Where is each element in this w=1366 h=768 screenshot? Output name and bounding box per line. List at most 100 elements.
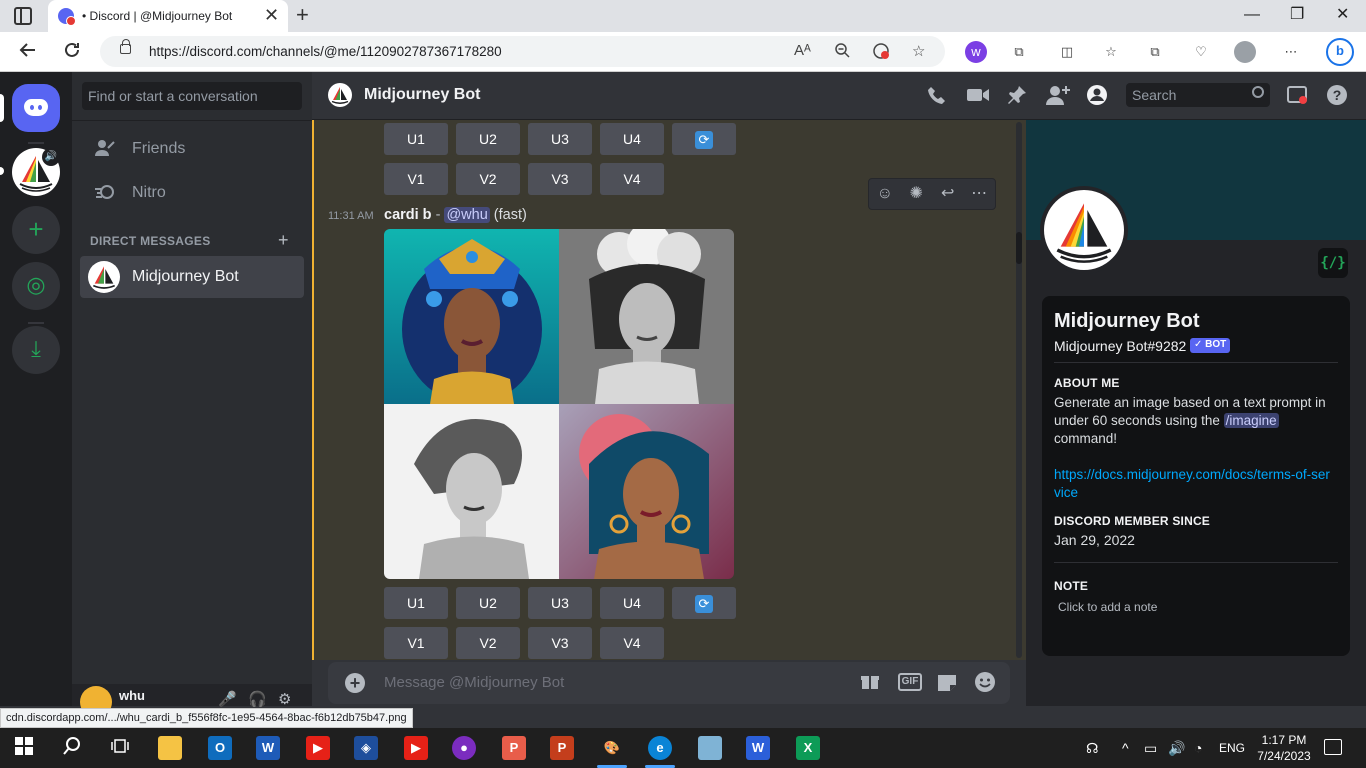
file-explorer-icon[interactable] — [158, 736, 182, 760]
nitro-nav-item[interactable]: Nitro — [80, 172, 304, 214]
friends-nav-item[interactable]: Friends — [80, 128, 304, 170]
help-icon[interactable]: ? — [1326, 84, 1348, 111]
u2-button[interactable]: U2 — [456, 587, 520, 619]
download-apps-icon[interactable]: ⤓ — [12, 326, 60, 374]
minimize-button[interactable]: — — [1244, 4, 1260, 26]
user-settings-gear-icon[interactable]: ⚙ — [278, 690, 291, 708]
more-options-icon[interactable]: ⋯ — [964, 179, 996, 209]
show-user-profile-icon[interactable] — [1086, 84, 1108, 111]
add-friends-to-dm-icon[interactable] — [1046, 84, 1070, 111]
v1-button[interactable]: V1 — [384, 163, 448, 195]
find-conversation-input[interactable]: Find or start a conversation — [82, 82, 302, 110]
notepad-icon[interactable] — [698, 736, 722, 760]
u1-button[interactable]: U1 — [384, 123, 448, 155]
read-aloud-icon[interactable]: Aᴬ — [794, 42, 811, 59]
profile-avatar[interactable] — [1040, 186, 1128, 274]
notification-center-icon[interactable] — [1324, 739, 1342, 755]
word-icon[interactable]: W — [256, 736, 280, 760]
create-dm-plus-icon[interactable]: + — [278, 230, 289, 251]
gift-icon[interactable] — [860, 671, 880, 696]
clock[interactable]: 1:17 PM 7/24/2023 — [1256, 732, 1312, 764]
visual-studio-code-icon[interactable]: X — [796, 736, 820, 760]
pinned-messages-icon[interactable] — [1006, 84, 1028, 111]
new-tab-button[interactable]: + — [296, 3, 309, 27]
browser-tab[interactable]: • Discord | @Midjourney Bot ✕ — [48, 0, 288, 32]
webex-icon[interactable]: W — [746, 736, 770, 760]
more-menu-icon[interactable]: ⋯ — [1280, 41, 1302, 63]
app-p-icon[interactable]: P — [502, 736, 526, 760]
outlook-icon[interactable]: O — [208, 736, 232, 760]
tracking-prevention-icon[interactable] — [872, 42, 890, 64]
tab-actions-icon[interactable] — [14, 7, 32, 25]
message-list[interactable]: U1 U2 U3 U4 ⟳ V1 V2 V3 V4 ☺ ✺ ↩ ⋯ 11:31 … — [312, 120, 1026, 660]
favorite-star-icon[interactable]: ☆ — [912, 42, 925, 60]
explore-servers-icon[interactable]: ◎ — [12, 262, 60, 310]
imagine-command[interactable]: /imagine — [1223, 413, 1279, 428]
task-view-icon[interactable] — [108, 736, 132, 760]
u2-button[interactable]: U2 — [456, 123, 520, 155]
maximize-button[interactable]: ❐ — [1290, 4, 1304, 26]
v2-button[interactable]: V2 — [456, 627, 520, 659]
favorites-icon[interactable]: ☆ — [1100, 41, 1122, 63]
v1-button[interactable]: V1 — [384, 627, 448, 659]
youtube-icon[interactable]: ▶ — [306, 736, 330, 760]
extension-w-icon[interactable]: w — [965, 41, 987, 63]
scrollbar-track[interactable] — [1016, 122, 1022, 658]
lock-icon[interactable] — [120, 39, 131, 54]
refresh-icon[interactable] — [62, 40, 82, 65]
u4-button[interactable]: U4 — [600, 587, 664, 619]
input-language[interactable]: ENG — [1219, 741, 1245, 755]
show-hidden-icons-chevron-icon[interactable]: ^ — [1122, 739, 1129, 757]
close-window-button[interactable]: ✕ — [1336, 4, 1349, 26]
generated-image-3[interactable] — [384, 404, 559, 579]
v3-button[interactable]: V3 — [528, 627, 592, 659]
windows-start-icon[interactable] — [12, 736, 36, 760]
dm-item-midjourney-bot[interactable]: Midjourney Bot — [80, 256, 304, 298]
video-call-icon[interactable] — [966, 84, 990, 111]
note-input[interactable]: Click to add a note — [1058, 600, 1157, 614]
search-input[interactable]: Search — [1126, 83, 1270, 107]
paint-icon[interactable]: 🎨 — [600, 736, 624, 760]
upload-plus-icon[interactable]: + — [345, 673, 365, 693]
v3-button[interactable]: V3 — [528, 163, 592, 195]
inbox-icon[interactable] — [1286, 84, 1308, 111]
super-reaction-icon[interactable]: ✺ — [901, 179, 933, 209]
network-icon[interactable]: ◔ — [1194, 739, 1202, 757]
edge-icon[interactable]: e — [648, 736, 672, 760]
add-server-button[interactable]: + — [12, 206, 60, 254]
voice-call-icon[interactable] — [926, 84, 948, 111]
zoom-out-icon[interactable] — [834, 42, 850, 62]
battery-icon[interactable]: ▭ — [1144, 739, 1157, 757]
v4-button[interactable]: V4 — [600, 627, 664, 659]
firefox-icon[interactable]: ● — [452, 736, 476, 760]
u4-button[interactable]: U4 — [600, 123, 664, 155]
search-icon[interactable] — [60, 736, 84, 760]
collections-icon[interactable]: ⧉ — [1144, 41, 1166, 63]
gif-picker-icon[interactable]: GIF — [898, 673, 922, 691]
emoji-icon[interactable] — [974, 671, 996, 698]
app-icon[interactable]: ◈ — [354, 736, 378, 760]
u1-button[interactable]: U1 — [384, 587, 448, 619]
generated-image-2[interactable] — [559, 229, 734, 404]
address-bar[interactable]: https://discord.com/channels/@me/1120902… — [100, 36, 945, 67]
mute-microphone-icon[interactable]: 🎤 — [218, 690, 237, 708]
add-reaction-icon[interactable]: ☺ — [869, 179, 901, 209]
youtube-icon[interactable]: ▶ — [404, 736, 428, 760]
scrollbar-thumb[interactable] — [1016, 232, 1022, 264]
u3-button[interactable]: U3 — [528, 587, 592, 619]
volume-icon[interactable]: 🔊 — [1168, 739, 1185, 757]
user-mention[interactable]: @whu — [444, 207, 490, 223]
reply-icon[interactable]: ↩ — [932, 179, 964, 209]
profile-avatar-icon[interactable] — [1234, 41, 1256, 63]
people-icon[interactable]: ☊ — [1086, 739, 1098, 757]
split-screen-icon[interactable]: ◫ — [1056, 41, 1078, 63]
generated-image-grid[interactable] — [384, 229, 734, 579]
headphones-icon[interactable]: 🎧 — [248, 690, 267, 708]
sticker-icon[interactable] — [936, 671, 958, 698]
u3-button[interactable]: U3 — [528, 123, 592, 155]
bing-copilot-icon[interactable]: b — [1326, 38, 1354, 66]
generated-image-1[interactable] — [384, 229, 559, 404]
generated-image-4[interactable] — [559, 404, 734, 579]
tab-close-icon[interactable]: ✕ — [264, 5, 279, 25]
reroll-button[interactable]: ⟳ — [672, 123, 736, 155]
